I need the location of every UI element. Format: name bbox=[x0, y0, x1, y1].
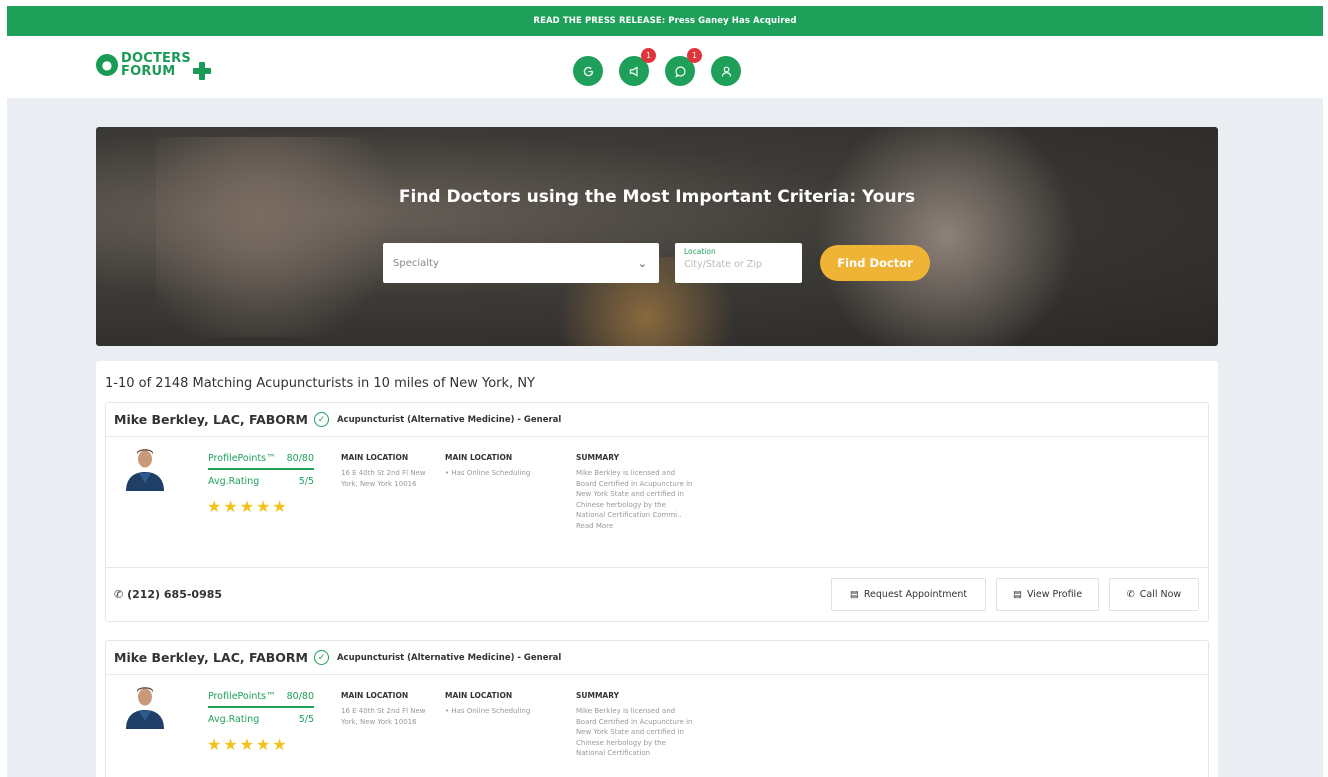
hero-photo-detail bbox=[156, 137, 416, 337]
user-icon[interactable] bbox=[711, 56, 741, 86]
hero-title: Find Doctors using the Most Important Cr… bbox=[398, 187, 916, 207]
specialty-placeholder: Specialty bbox=[393, 257, 439, 269]
doctor-avatar[interactable] bbox=[124, 445, 166, 491]
location-heading: MAIN LOCATION bbox=[341, 453, 409, 462]
star-rating: ★★★★★ bbox=[207, 497, 289, 516]
main-location-column: MAIN LOCATION 16 E 40th St 2nd Fl New Yo… bbox=[341, 453, 426, 489]
doctor-card: Mike Berkley, LAC, FABORM ✓ Acupuncturis… bbox=[105, 640, 1209, 777]
results-summary: 1-10 of 2148 Matching Acupuncturists in … bbox=[105, 376, 535, 391]
main-location-column: MAIN LOCATION 16 E 40th St 2nd Fl New Yo… bbox=[341, 691, 426, 727]
message-badge: 1 bbox=[687, 48, 702, 63]
doctor-name[interactable]: Mike Berkley, LAC, FABORM bbox=[114, 412, 308, 427]
profile-points-bar bbox=[208, 706, 314, 708]
document-icon: ▤ bbox=[1012, 589, 1022, 600]
location-heading: MAIN LOCATION bbox=[341, 691, 409, 700]
profile-points-value: 80/80 bbox=[286, 453, 314, 464]
summary-heading: SUMMARY bbox=[576, 691, 620, 700]
doctor-card-body: ProfilePoints™ 80/80 Avg.Rating 5/5 ★★★★★ … bbox=[106, 675, 1208, 777]
doctor-card: Mike Berkley, LAC, FABORM ✓ Acupuncturis… bbox=[105, 402, 1209, 622]
summary-heading: SUMMARY bbox=[576, 453, 620, 462]
feature-text: Has Online Scheduling bbox=[451, 707, 531, 715]
summary-column: SUMMARY Mike Berkley is licensed and Boa… bbox=[576, 453, 696, 531]
results-panel: 1-10 of 2148 Matching Acupuncturists in … bbox=[96, 361, 1218, 777]
doctor-card-header: Mike Berkley, LAC, FABORM ✓ Acupuncturis… bbox=[106, 641, 1208, 675]
doctor-specialty: Acupuncturist (Alternative Medicine) - G… bbox=[336, 414, 562, 425]
rating-value: 5/5 bbox=[298, 476, 314, 487]
doctor-specialty: Acupuncturist (Alternative Medicine) - G… bbox=[336, 652, 562, 663]
verified-check-icon: ✓ bbox=[313, 412, 329, 427]
hero-photo-detail bbox=[796, 127, 1096, 346]
summary-text: Mike Berkley is licensed and Board Certi… bbox=[576, 469, 693, 530]
phone-number[interactable]: ✆ (212) 685-0985 bbox=[114, 588, 222, 601]
site-header: ● DOCTERS FORUM 1 1 bbox=[7, 36, 1323, 98]
profile-points-label: ProfilePoints™ bbox=[208, 691, 276, 702]
call-now-button[interactable]: ✆ Call Now bbox=[1109, 578, 1199, 611]
request-appointment-label: Request Appointment bbox=[863, 589, 968, 600]
globe-icon: ● bbox=[96, 54, 118, 76]
summary-text: Mike Berkley is licensed and Board Certi… bbox=[576, 707, 693, 757]
location-field[interactable]: Location City/State or Zip bbox=[675, 243, 802, 283]
profile-points-bar bbox=[208, 468, 314, 470]
view-profile-label: View Profile bbox=[1026, 589, 1083, 600]
features-column: MAIN LOCATION • Has Online Scheduling bbox=[445, 453, 565, 479]
doctor-card-body: ProfilePoints™ 80/80 Avg.Rating 5/5 ★★★★★ … bbox=[106, 437, 1208, 567]
rating-label: Avg.Rating bbox=[208, 714, 260, 725]
site-logo[interactable]: ● DOCTERS FORUM bbox=[96, 49, 212, 81]
call-now-label: Call Now bbox=[1139, 589, 1182, 600]
phone-icon: ✆ bbox=[1126, 589, 1135, 600]
features-heading: MAIN LOCATION bbox=[445, 691, 513, 700]
feature-item: • Has Online Scheduling bbox=[445, 707, 531, 715]
page-frame: READ THE PRESS RELEASE: Press Ganey Has … bbox=[7, 6, 1323, 777]
features-heading: MAIN LOCATION bbox=[445, 453, 513, 462]
location-label: Location bbox=[684, 247, 716, 256]
doctor-card-footer: ✆ (212) 685-0985 ▤ Request Appointment ▤ V… bbox=[106, 567, 1208, 621]
profile-points: ProfilePoints™ 80/80 Avg.Rating 5/5 bbox=[208, 691, 314, 725]
notification-badge: 1 bbox=[641, 48, 656, 63]
feature-text: Has Online Scheduling bbox=[451, 469, 531, 477]
doctor-name[interactable]: Mike Berkley, LAC, FABORM bbox=[114, 650, 308, 665]
doctor-avatar[interactable] bbox=[124, 683, 166, 729]
address: 16 E 40th St 2nd Fl New York, New York 1… bbox=[341, 707, 426, 726]
phone-text: (212) 685-0985 bbox=[127, 588, 223, 601]
feature-item: • Has Online Scheduling bbox=[445, 469, 531, 477]
profile-points-value: 80/80 bbox=[286, 691, 314, 702]
megaphone-icon[interactable]: 1 bbox=[619, 48, 656, 86]
chevron-down-icon: ⌄ bbox=[637, 256, 647, 270]
star-rating: ★★★★★ bbox=[207, 735, 289, 754]
verified-check-icon: ✓ bbox=[313, 650, 329, 665]
chat-icon[interactable]: 1 bbox=[665, 48, 702, 86]
view-profile-button[interactable]: ▤ View Profile bbox=[996, 578, 1099, 611]
specialty-select[interactable]: Specialty ⌄ bbox=[383, 243, 659, 283]
logo-text: DOCTERS FORUM bbox=[121, 52, 191, 78]
google-icon[interactable] bbox=[573, 56, 603, 86]
profile-points: ProfilePoints™ 80/80 Avg.Rating 5/5 bbox=[208, 453, 314, 487]
profile-points-label: ProfilePoints™ bbox=[208, 453, 276, 464]
phone-icon: ✆ bbox=[114, 588, 124, 601]
location-input[interactable]: City/State or Zip bbox=[684, 259, 793, 270]
search-bar: Specialty ⌄ Location City/State or Zip F… bbox=[383, 243, 930, 283]
calendar-icon: ▤ bbox=[849, 589, 859, 600]
find-doctor-button[interactable]: Find Doctor bbox=[820, 245, 930, 281]
header-icon-group: 1 1 bbox=[573, 48, 741, 86]
logo-line-2: FORUM bbox=[121, 64, 176, 79]
doctor-card-header: Mike Berkley, LAC, FABORM ✓ Acupuncturis… bbox=[106, 403, 1208, 437]
features-column: MAIN LOCATION • Has Online Scheduling bbox=[445, 691, 565, 717]
announcement-bar[interactable]: READ THE PRESS RELEASE: Press Ganey Has … bbox=[7, 6, 1323, 36]
hero-banner: Find Doctors using the Most Important Cr… bbox=[96, 127, 1218, 346]
request-appointment-button[interactable]: ▤ Request Appointment bbox=[831, 578, 986, 611]
rating-value: 5/5 bbox=[298, 714, 314, 725]
address: 16 E 40th St 2nd Fl New York, New York 1… bbox=[341, 469, 426, 488]
summary-column: SUMMARY Mike Berkley is licensed and Boa… bbox=[576, 691, 696, 759]
medical-cross-icon bbox=[192, 61, 212, 81]
rating-label: Avg.Rating bbox=[208, 476, 260, 487]
